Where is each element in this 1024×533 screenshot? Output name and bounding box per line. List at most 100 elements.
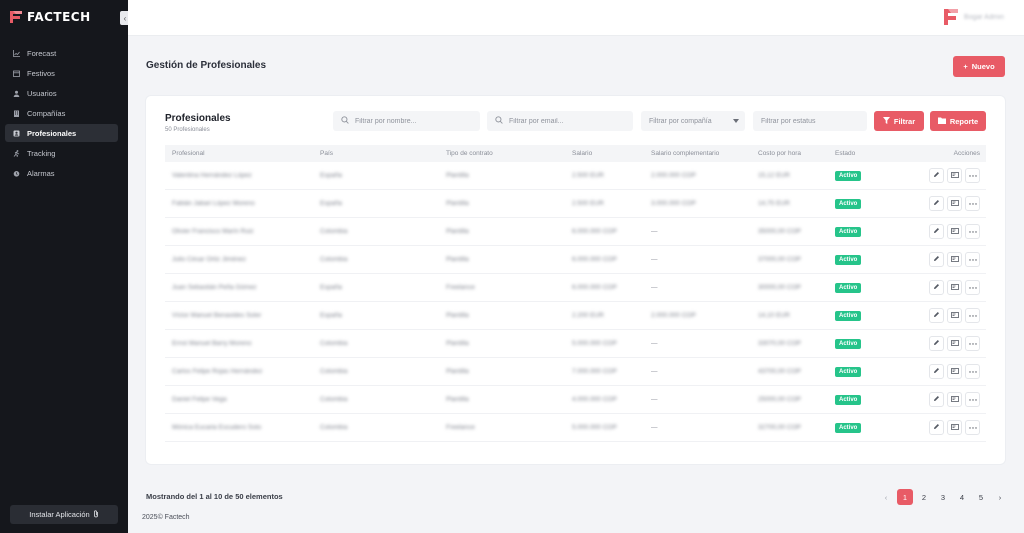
ellipsis-icon [968, 172, 977, 179]
cell-actions [895, 336, 986, 351]
edit-button[interactable] [929, 196, 944, 211]
page-button-2[interactable]: 2 [916, 489, 932, 505]
cell-contract-type: Plantilla [446, 172, 469, 179]
view-button[interactable] [947, 308, 962, 323]
new-professional-button[interactable]: + Nuevo [953, 56, 1005, 77]
status-badge: Activo [835, 170, 862, 181]
column-header-cost-per-hour[interactable]: Costo por hora [758, 150, 835, 157]
more-options-button[interactable] [965, 168, 980, 183]
view-button[interactable] [947, 392, 962, 407]
more-options-button[interactable] [965, 336, 980, 351]
ellipsis-icon [968, 284, 977, 291]
status-filter-input[interactable] [761, 117, 867, 125]
sidebar-item-profesionales[interactable]: Profesionales [5, 124, 118, 142]
ellipsis-icon [968, 312, 977, 319]
edit-button[interactable] [929, 308, 944, 323]
page-button-4[interactable]: 4 [954, 489, 970, 505]
column-header-professional[interactable]: Profesional [165, 150, 320, 157]
name-filter[interactable] [333, 111, 480, 131]
chevron-left-icon: ‹ [123, 13, 127, 23]
user-menu[interactable]: Bogar Admin [943, 8, 1004, 26]
status-badge: Activo [835, 198, 862, 209]
pencil-icon [933, 311, 940, 320]
column-header-actions: Acciones [953, 150, 980, 157]
edit-button[interactable] [929, 364, 944, 379]
status-badge: Activo [835, 282, 862, 293]
status-filter[interactable] [753, 111, 867, 131]
email-filter[interactable] [487, 111, 633, 131]
column-header-status[interactable]: Estado [835, 150, 895, 157]
card-icon [950, 339, 959, 348]
professionals-table: Profesional País Tipo de contrato Salari… [165, 145, 986, 442]
company-filter-placeholder: Filtrar por compañía [649, 117, 712, 125]
install-app-button[interactable]: Instalar Aplicación [10, 505, 118, 524]
edit-button[interactable] [929, 420, 944, 435]
card-icon [950, 311, 959, 320]
logo[interactable]: FACTECH [9, 10, 91, 24]
cell-country: España [320, 284, 343, 291]
sidebar-nav: Forecast Festivos Usuarios Compañías Profesi… [5, 44, 118, 184]
cell-salary: 7.000.000 COP [572, 368, 617, 375]
sidebar-item-label: Forecast [27, 48, 57, 58]
page-button-3[interactable]: 3 [935, 489, 951, 505]
edit-button[interactable] [929, 168, 944, 183]
cell-status: Activo [835, 254, 895, 265]
cell-contract-type: Plantilla [446, 368, 469, 375]
column-header-contract[interactable]: Tipo de contrato [446, 150, 572, 157]
more-options-button[interactable] [965, 308, 980, 323]
more-options-button[interactable] [965, 196, 980, 211]
prev-page-button[interactable]: ‹ [878, 489, 894, 505]
view-button[interactable] [947, 364, 962, 379]
sidebar-item-forecast[interactable]: Forecast [5, 44, 118, 62]
cell-actions [895, 392, 986, 407]
sidebar-item-alarmas[interactable]: Alarmas [5, 164, 118, 182]
filter-button[interactable]: Filtrar [874, 111, 924, 131]
column-header-country[interactable]: País [320, 150, 446, 157]
chevron-right-icon: › [998, 492, 1002, 502]
more-options-button[interactable] [965, 252, 980, 267]
pencil-icon [933, 255, 940, 264]
view-button[interactable] [947, 280, 962, 295]
column-header-complementary-salary[interactable]: Salario complementario [651, 150, 758, 157]
cell-professional-name: Fabián Jabari López Moreno [172, 200, 255, 207]
report-button[interactable]: Reporte [930, 111, 986, 131]
cell-country: España [320, 312, 343, 319]
email-filter-input[interactable] [509, 117, 633, 125]
cell-salary: 2.500 EUR [572, 200, 604, 207]
sidebar-item-festivos[interactable]: Festivos [5, 64, 118, 82]
company-filter-select[interactable]: Filtrar por compañía [641, 111, 745, 131]
edit-button[interactable] [929, 392, 944, 407]
edit-button[interactable] [929, 280, 944, 295]
more-options-button[interactable] [965, 224, 980, 239]
view-button[interactable] [947, 168, 962, 183]
edit-button[interactable] [929, 224, 944, 239]
sidebar-item-label: Compañías [27, 108, 66, 118]
view-button[interactable] [947, 420, 962, 435]
edit-button[interactable] [929, 336, 944, 351]
caret-down-icon [733, 118, 739, 125]
edit-button[interactable] [929, 252, 944, 267]
sidebar-item-label: Usuarios [27, 88, 57, 98]
column-header-salary[interactable]: Salario [572, 150, 651, 157]
sidebar-item-usuarios[interactable]: Usuarios [5, 84, 118, 102]
view-button[interactable] [947, 252, 962, 267]
cell-country: Colombia [320, 340, 348, 347]
cell-professional-name: Mónica Eucaria Escudero Soto [172, 424, 262, 431]
sidebar-item-companias[interactable]: Compañías [5, 104, 118, 122]
next-page-button[interactable]: › [992, 489, 1008, 505]
name-filter-input[interactable] [355, 117, 480, 125]
more-options-button[interactable] [965, 420, 980, 435]
page-button-1[interactable]: 1 [897, 489, 913, 505]
view-button[interactable] [947, 196, 962, 211]
more-options-button[interactable] [965, 364, 980, 379]
cell-status: Activo [835, 170, 895, 181]
report-button-label: Reporte [949, 116, 979, 126]
view-button[interactable] [947, 224, 962, 239]
user-name: Bogar Admin [963, 13, 1004, 21]
cell-professional-name: Olivier Francisco Marín Ruiz [172, 228, 254, 235]
sidebar-item-tracking[interactable]: Tracking [5, 144, 118, 162]
view-button[interactable] [947, 336, 962, 351]
more-options-button[interactable] [965, 392, 980, 407]
page-button-5[interactable]: 5 [973, 489, 989, 505]
more-options-button[interactable] [965, 280, 980, 295]
